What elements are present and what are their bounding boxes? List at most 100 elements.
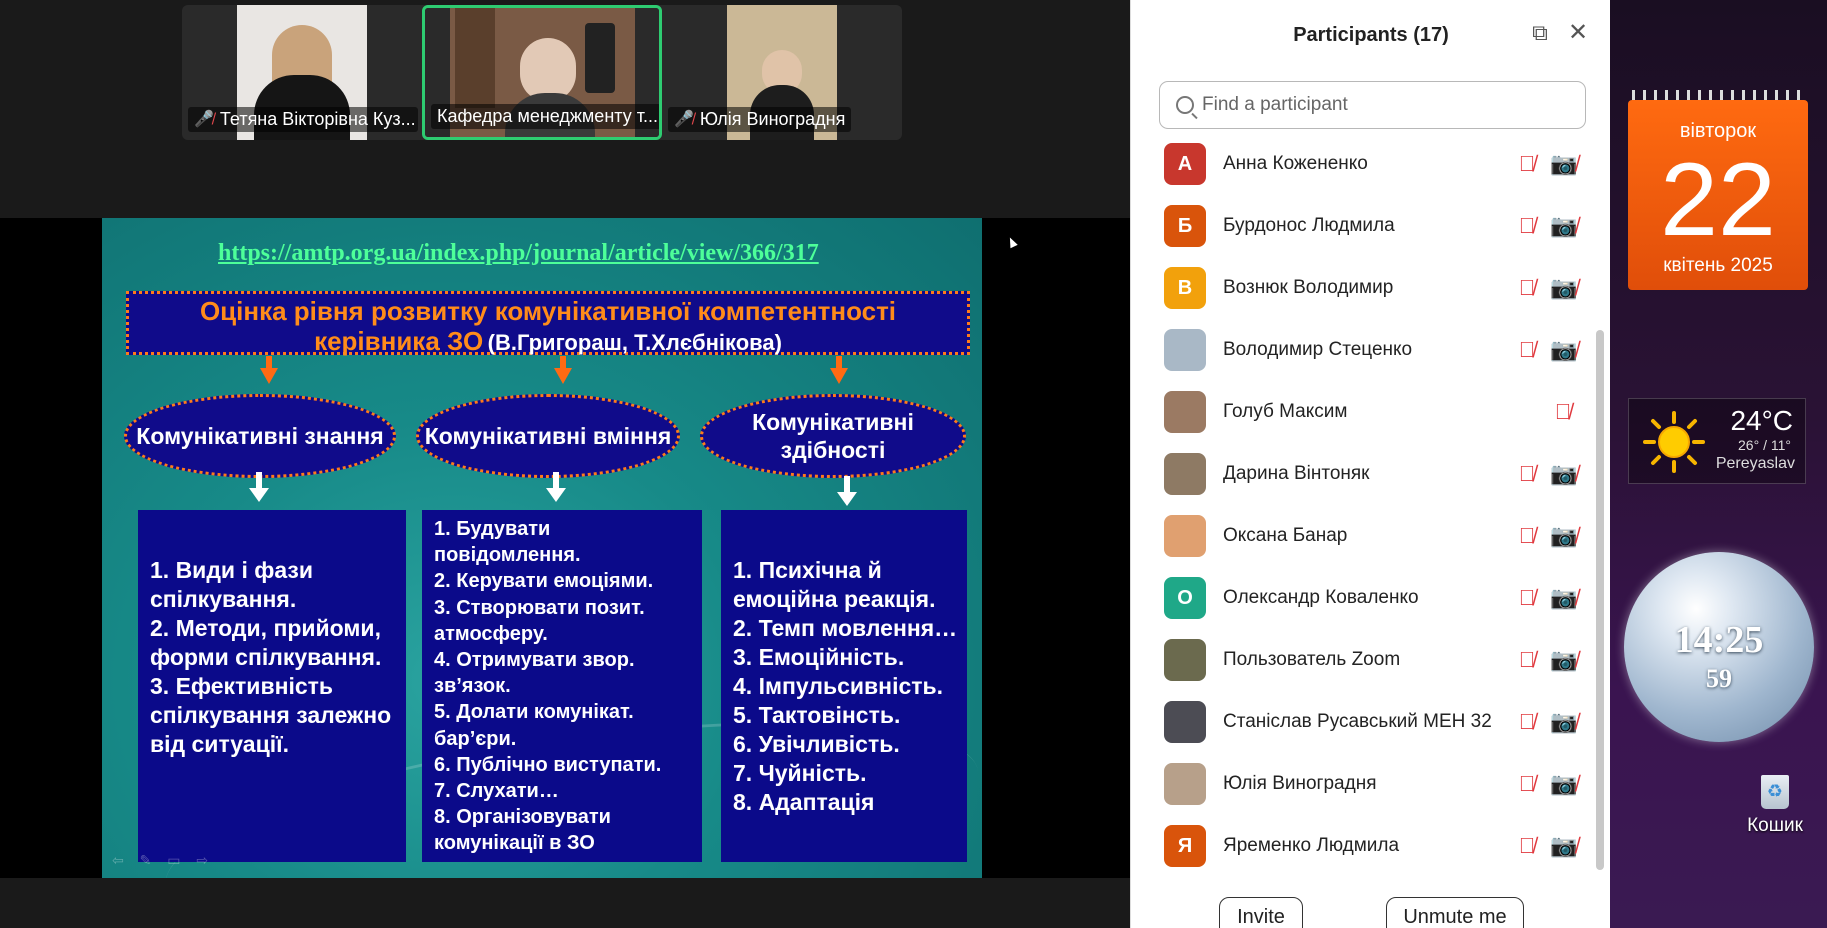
mic-muted-icon[interactable]: 🎙̸ bbox=[1513, 460, 1541, 488]
participant-row[interactable]: Пользователь Zoom 🎙̸ 📷̸ bbox=[1131, 629, 1601, 691]
video-tile[interactable]: 🎤̸ Тетяна Вікторівна Куз... bbox=[182, 5, 422, 140]
participant-name: Олександр Коваленко bbox=[1223, 587, 1419, 608]
participant-row[interactable]: Станіслав Русавський МЕН 32 🎙̸ 📷̸ bbox=[1131, 691, 1601, 753]
mic-muted-icon[interactable]: 🎙̸ bbox=[1513, 150, 1541, 178]
column-heading: Комунікативні знання bbox=[136, 423, 384, 449]
video-off-icon[interactable]: 📷̸ bbox=[1549, 584, 1579, 612]
avatar bbox=[1164, 515, 1206, 557]
mic-muted-icon[interactable]: 🎙̸ bbox=[1513, 832, 1541, 860]
video-off-icon[interactable]: 📷̸ bbox=[1549, 522, 1579, 550]
calendar-widget[interactable]: вівторок 22 квітень 2025 bbox=[1628, 90, 1808, 290]
list-item: 5. Долати комунікат. бар’єри. bbox=[434, 701, 634, 750]
mic-muted-icon[interactable]: 🎙̸ bbox=[1513, 212, 1541, 240]
participant-name: Бурдонос Людмила bbox=[1223, 215, 1395, 236]
list-item: 3. Емоційність. bbox=[733, 644, 905, 670]
clock-widget[interactable]: 14:25 59 bbox=[1624, 552, 1814, 742]
list-item: 3. Ефективність спілкування залежно від … bbox=[150, 673, 392, 757]
participant-name-bar: Кафедра менеджменту т... bbox=[431, 104, 659, 129]
skills-list: 1. Будувати повідомлення. 2. Керувати ем… bbox=[422, 510, 702, 862]
mic-muted-icon[interactable]: 🎙̸ bbox=[1513, 584, 1541, 612]
video-tile-active-speaker[interactable]: Кафедра менеджменту т... bbox=[422, 5, 662, 140]
participant-row[interactable]: А Анна Кожененко 🎙̸ 📷̸ bbox=[1131, 133, 1601, 195]
avatar: В bbox=[1164, 267, 1206, 309]
list-item: 2. Керувати емоціями. bbox=[434, 570, 654, 593]
mic-muted-icon[interactable]: 🎙̸ bbox=[1513, 770, 1541, 798]
list-item: 6. Увічливість. bbox=[733, 731, 900, 757]
slide-nav-controls[interactable]: ⇦ ✎ ▭ ⇨ bbox=[112, 852, 214, 869]
video-off-icon[interactable]: 📷̸ bbox=[1549, 708, 1579, 736]
mic-muted-icon: 🎤̸ bbox=[674, 111, 694, 128]
participant-row[interactable]: Голуб Максим 🎙̸ bbox=[1131, 381, 1601, 443]
participant-row[interactable]: Я Яременко Людмила 🎙̸ 📷̸ bbox=[1131, 815, 1601, 873]
unmute-me-button[interactable]: Unmute me bbox=[1386, 897, 1524, 928]
avatar: А bbox=[1164, 143, 1206, 185]
recycle-bin-icon bbox=[1761, 775, 1789, 809]
avatar bbox=[1164, 391, 1206, 433]
video-off-icon[interactable]: 📷̸ bbox=[1549, 832, 1579, 860]
mic-muted-icon[interactable]: 🎙̸ bbox=[1513, 646, 1541, 674]
recycle-bin-shortcut[interactable]: Кошик bbox=[1735, 775, 1815, 845]
participant-list-scrollbar[interactable] bbox=[1596, 330, 1604, 870]
calendar-weekday: вівторок bbox=[1679, 120, 1757, 142]
participant-name: Тетяна Вікторівна Куз... bbox=[219, 109, 416, 129]
video-tile[interactable]: 🎤̸ Юлія Виноградня bbox=[662, 5, 902, 140]
desktop-background: вівторок 22 квітень 2025 24°C 26° / 11° … bbox=[1610, 0, 1827, 928]
heading-ellipse: Комунікативні здібності bbox=[700, 394, 966, 478]
participant-name: Станіслав Русавський МЕН 32 bbox=[1223, 711, 1492, 732]
participant-row[interactable]: Б Бурдонос Людмила 🎙̸ 📷̸ bbox=[1131, 195, 1601, 257]
slide-title-line2: керівника ЗО bbox=[314, 326, 484, 356]
mic-muted-icon[interactable]: 🎙̸ bbox=[1513, 336, 1541, 364]
weather-temperature: 24°C bbox=[1730, 405, 1793, 436]
calendar-day: 22 bbox=[1660, 142, 1776, 258]
clock-time: 14:25 bbox=[1674, 619, 1764, 661]
avatar: О bbox=[1164, 577, 1206, 619]
participant-row[interactable]: Володимир Стеценко 🎙̸ 📷̸ bbox=[1131, 319, 1601, 381]
mic-muted-icon[interactable]: 🎙̸ bbox=[1513, 708, 1541, 736]
close-icon[interactable]: ✕ bbox=[1565, 20, 1591, 46]
column-heading: Комунікативні вміння bbox=[424, 423, 672, 449]
video-off-icon[interactable]: 📷̸ bbox=[1549, 770, 1579, 798]
video-off-icon[interactable]: 📷̸ bbox=[1549, 150, 1579, 178]
video-off-icon[interactable]: 📷̸ bbox=[1549, 460, 1579, 488]
gallery-strip: 🎤̸ Тетяна Вікторівна Куз... Кафедра мене… bbox=[182, 5, 902, 140]
avatar bbox=[1164, 701, 1206, 743]
participant-row[interactable]: В Вознюк Володимир 🎙̸ 📷̸ bbox=[1131, 257, 1601, 319]
participant-row[interactable]: О Олександр Коваленко 🎙̸ 📷̸ bbox=[1131, 567, 1601, 629]
heading-ellipse: Комунікативні вміння bbox=[416, 394, 680, 478]
avatar bbox=[1164, 639, 1206, 681]
arrow-down-icon bbox=[546, 472, 566, 502]
participant-search-input[interactable] bbox=[1202, 94, 1582, 116]
abilities-list: 1. Психічна й емоційна реакція. 2. Темп … bbox=[721, 510, 967, 862]
list-item: 2. Методи, прийоми, форми спілкування. bbox=[150, 615, 382, 670]
participant-row[interactable]: Оксана Банар 🎙̸ 📷̸ bbox=[1131, 505, 1601, 567]
calendar-month-year: квітень 2025 bbox=[1663, 255, 1773, 276]
participant-name-bar: 🎤̸ Тетяна Вікторівна Куз... bbox=[188, 107, 418, 132]
participant-row[interactable]: Юлія Виноградня 🎙̸ 📷̸ bbox=[1131, 753, 1601, 815]
video-off-icon[interactable]: 📷̸ bbox=[1549, 274, 1579, 302]
clock-seconds: 59 bbox=[1706, 664, 1732, 693]
participant-search-box[interactable] bbox=[1159, 81, 1586, 129]
list-item: 4. Отримувати звор. зв’язок. bbox=[434, 649, 635, 698]
video-off-icon[interactable]: 📷̸ bbox=[1549, 336, 1579, 364]
participant-name: Яременко Людмила bbox=[1223, 835, 1400, 856]
arrow-down-icon bbox=[249, 472, 269, 502]
arrow-down-icon bbox=[554, 356, 572, 384]
mic-muted-icon[interactable]: 🎙̸ bbox=[1549, 398, 1577, 426]
invite-button[interactable]: Invite bbox=[1219, 897, 1303, 928]
weather-widget[interactable]: 24°C 26° / 11° Pereyaslav bbox=[1628, 398, 1806, 484]
participant-name: Володимир Стеценко bbox=[1223, 339, 1413, 360]
popout-icon[interactable]: ⧉ bbox=[1527, 20, 1553, 46]
list-item: 3. Створювати позит. атмосферу. bbox=[434, 596, 645, 645]
participants-panel: Participants (17) ⧉ ✕ А Анна Кожененко 🎙̸ 📷… bbox=[1130, 0, 1610, 928]
shared-slide: https://amtp.org.ua/index.php/journal/ar… bbox=[102, 218, 982, 878]
video-off-icon[interactable]: 📷̸ bbox=[1549, 646, 1579, 674]
mic-muted-icon[interactable]: 🎙̸ bbox=[1513, 274, 1541, 302]
slide-url-link[interactable]: https://amtp.org.ua/index.php/journal/ar… bbox=[218, 240, 938, 267]
participant-name: Оксана Банар bbox=[1223, 525, 1348, 546]
list-item: 5. Тактовінсть. bbox=[733, 702, 901, 728]
participant-row[interactable]: Дарина Вінтоняк 🎙̸ 📷̸ bbox=[1131, 443, 1601, 505]
video-off-icon[interactable]: 📷̸ bbox=[1549, 212, 1579, 240]
participant-list[interactable]: А Анна Кожененко 🎙̸ 📷̸ Б Бурдонос Людмила 🎙̸ 📷̸… bbox=[1131, 133, 1601, 873]
participant-name: Дарина Вінтоняк bbox=[1223, 463, 1370, 484]
mic-muted-icon[interactable]: 🎙̸ bbox=[1513, 522, 1541, 550]
